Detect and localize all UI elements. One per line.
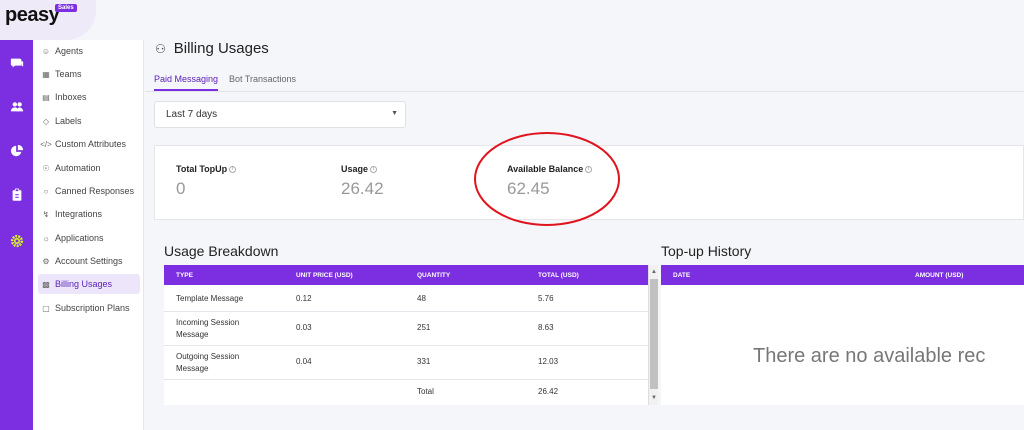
sidebar-item-inboxes[interactable]: ▤ Inboxes <box>38 87 140 107</box>
sidebar-item-canned-responses[interactable]: ○ Canned Responses <box>38 181 140 201</box>
sidebar-item-label: Billing Usages <box>55 279 113 289</box>
table-row: Outgoing Session Message 0.04 331 12.03 <box>164 346 648 380</box>
sidebar-item-label: Integrations <box>55 209 103 219</box>
column-header-unit-price: UNIT PRICE (USD) <box>296 272 353 279</box>
cell-unit-price: 0.03 <box>296 323 312 332</box>
logo-area: peasy Sales <box>0 0 96 40</box>
table-total-row: Total 26.42 <box>164 380 648 405</box>
sidebar-item-label: Inboxes <box>55 92 87 102</box>
empty-state-message: There are no available rec <box>753 345 986 367</box>
stat-label: Usage <box>341 164 369 174</box>
chevron-down-icon: ▼ <box>391 110 398 117</box>
sidebar-item-labels[interactable]: ◇ Labels <box>38 111 140 131</box>
inbox-icon: ▤ <box>42 92 50 102</box>
topup-history-table: DATE AMOUNT (USD) There are no available… <box>661 265 1024 405</box>
subscription-icon: ▢ <box>42 303 50 313</box>
sidebar-item-teams[interactable]: ▦ Teams <box>38 64 140 84</box>
cell-total: 5.76 <box>538 294 554 303</box>
brand-logo: peasy <box>5 4 60 26</box>
cell-type: Incoming Session Message <box>176 318 240 339</box>
total-label: Total <box>417 387 434 396</box>
table-row: Template Message 0.12 48 5.76 <box>164 285 648 312</box>
label-icon: ◇ <box>42 116 50 126</box>
sidebar-item-label: Subscription Plans <box>55 303 130 313</box>
agent-icon: ☺ <box>41 46 51 56</box>
scroll-down-icon[interactable]: ▼ <box>650 393 658 403</box>
settings-sidebar: ☺ Agents ▦ Teams ▤ Inboxes ◇ Labels </> Custo… <box>33 40 144 430</box>
billing-icon: ▩ <box>42 279 50 289</box>
applications-icon: ☼ <box>42 233 50 243</box>
sidebar-item-label: Custom Attributes <box>55 139 127 149</box>
column-header-quantity: QUANTITY <box>417 272 451 279</box>
page-header: ⚇ Billing Usages <box>155 40 269 57</box>
date-range-select[interactable]: Last 7 days ▼ <box>154 101 406 128</box>
sidebar-item-custom-attributes[interactable]: </> Custom Attributes <box>38 134 140 154</box>
total-value: 26.42 <box>538 387 559 396</box>
topup-history-title: Top-up History <box>661 243 752 259</box>
sidebar-item-subscription-plans[interactable]: ▢ Subscription Plans <box>38 298 140 318</box>
sidebar-item-billing-usages[interactable]: ▩ Billing Usages <box>38 274 140 294</box>
tab-bar: Paid Messaging Bot Transactions <box>145 66 1024 92</box>
cell-total: 12.03 <box>538 357 559 366</box>
pie-chart-icon[interactable] <box>0 140 33 162</box>
annotation-circle <box>474 132 620 226</box>
billing-people-icon: ⚇ <box>155 41 166 56</box>
usage-breakdown-title: Usage Breakdown <box>164 243 279 259</box>
sidebar-item-label: Labels <box>55 116 82 126</box>
cell-quantity: 48 <box>417 294 426 303</box>
table-header: DATE AMOUNT (USD) <box>661 265 1024 285</box>
sidebar-item-integrations[interactable]: ↯ Integrations <box>38 204 140 224</box>
sidebar-item-label: Applications <box>55 233 104 243</box>
usage-breakdown-table: TYPE UNIT PRICE (USD) QUANTITY TOTAL (US… <box>164 265 648 405</box>
column-header-total: TOTAL (USD) <box>538 272 579 279</box>
stat-value: 26.42 <box>341 179 384 198</box>
tab-bot-transactions[interactable]: Bot Transactions <box>229 74 296 84</box>
tab-paid-messaging[interactable]: Paid Messaging <box>154 74 219 91</box>
sidebar-item-label: Agents <box>55 46 84 56</box>
brand-badge: Sales <box>55 4 77 12</box>
column-header-date: DATE <box>673 272 691 279</box>
page-title: Billing Usages <box>173 40 269 57</box>
settings-icon: ⚙ <box>42 256 50 266</box>
sidebar-item-label: Automation <box>55 163 101 173</box>
gear-icon[interactable] <box>0 230 33 252</box>
table-header: TYPE UNIT PRICE (USD) QUANTITY TOTAL (US… <box>164 265 648 285</box>
cell-total: 8.63 <box>538 323 554 332</box>
chat-icon[interactable] <box>0 52 33 74</box>
primary-sidebar <box>0 40 33 430</box>
cell-type: Outgoing Session Message <box>176 352 240 373</box>
table-row: Incoming Session Message 0.03 251 8.63 <box>164 312 648 346</box>
automation-icon: ☉ <box>42 163 50 173</box>
cell-unit-price: 0.04 <box>296 357 312 366</box>
cell-type: Template Message <box>176 294 244 303</box>
sidebar-item-account-settings[interactable]: ⚙ Account Settings <box>38 251 140 271</box>
chat-icon: ○ <box>43 186 49 196</box>
info-icon[interactable]: i <box>229 165 237 173</box>
info-icon[interactable]: i <box>370 165 378 173</box>
stat-total-topup: Total TopUp i 0 <box>176 164 237 199</box>
team-icon: ▦ <box>42 69 50 79</box>
cell-unit-price: 0.12 <box>296 294 312 303</box>
sidebar-item-label: Account Settings <box>55 256 123 266</box>
users-icon[interactable] <box>0 96 33 118</box>
sidebar-item-automation[interactable]: ☉ Automation <box>38 158 140 178</box>
cell-quantity: 331 <box>417 357 431 366</box>
sidebar-item-label: Canned Responses <box>55 186 135 196</box>
scroll-up-icon[interactable]: ▲ <box>650 267 658 277</box>
table-scrollbar[interactable]: ▲ ▼ <box>648 265 658 405</box>
sidebar-item-agents[interactable]: ☺ Agents <box>38 41 140 61</box>
plug-icon: ↯ <box>42 209 50 219</box>
stat-label: Total TopUp <box>176 164 228 174</box>
clipboard-icon[interactable] <box>0 184 33 206</box>
code-icon: </> <box>40 139 52 149</box>
column-header-amount: AMOUNT (USD) <box>915 272 964 279</box>
scrollbar-thumb[interactable] <box>650 279 658 389</box>
sidebar-item-applications[interactable]: ☼ Applications <box>38 228 140 248</box>
date-range-value: Last 7 days <box>166 109 218 120</box>
cell-quantity: 251 <box>417 323 431 332</box>
stat-usage: Usage i 26.42 <box>341 164 384 199</box>
stat-value: 0 <box>176 179 186 198</box>
sidebar-item-label: Teams <box>55 69 82 79</box>
column-header-type: TYPE <box>176 272 193 279</box>
